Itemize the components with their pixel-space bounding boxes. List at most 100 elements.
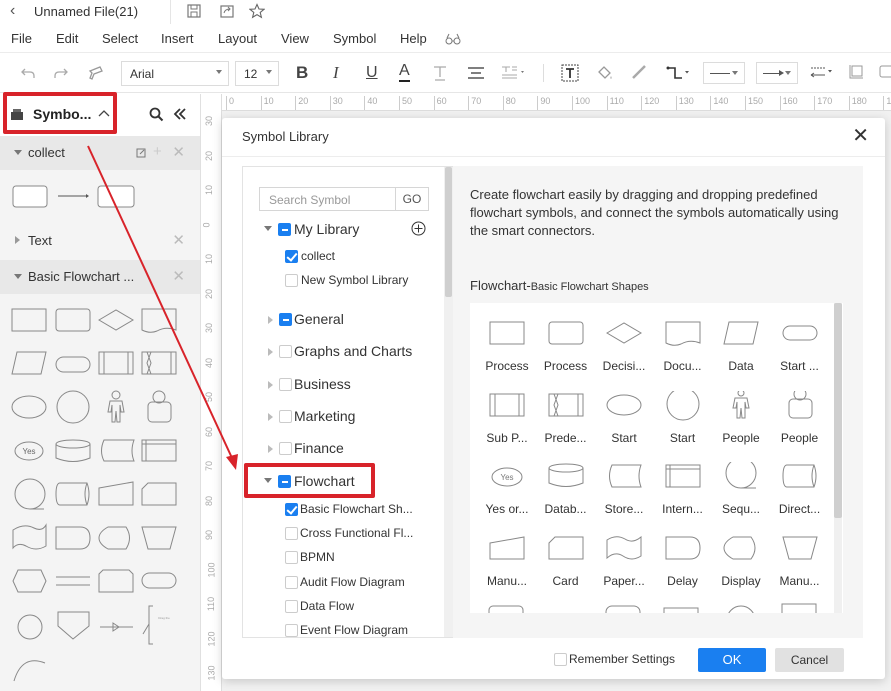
undo-icon[interactable] [20,65,36,81]
tree-new-symbol-library[interactable]: New Symbol Library [301,269,408,291]
my-library-checkbox[interactable] [278,223,291,236]
sidebar-section-collect[interactable]: collect + ✕ [0,136,200,170]
caret-right-icon[interactable] [268,316,273,324]
shape-person[interactable]: People [712,375,770,447]
shape-sequential[interactable] [14,478,46,510]
shape-stored-data[interactable] [101,439,135,462]
shape-annotation[interactable]: Drag the [142,605,170,645]
shape-ellipse[interactable]: Start [595,375,653,447]
tree-finance[interactable]: Finance [294,437,344,459]
collect-checkbox[interactable] [285,250,298,263]
tree-basic-flowchart[interactable]: Basic Flowchart Sh... [300,498,413,520]
position-icon[interactable] [848,64,864,80]
glasses-icon[interactable] [445,32,461,46]
shape-display[interactable] [98,526,130,550]
shape-manual-operation[interactable] [141,526,177,550]
menu-symbol[interactable]: Symbol [333,31,376,46]
shape-connector[interactable] [17,614,43,640]
tree-my-library[interactable]: My Library [294,218,359,240]
shape-subprocess[interactable]: Sub P... [478,375,536,447]
shape-terminator-alt[interactable] [141,572,177,589]
menu-layout[interactable]: Layout [218,31,257,46]
text-box-icon[interactable] [561,64,579,82]
scrollbar-thumb[interactable] [834,303,842,518]
shape-process[interactable] [11,308,47,332]
shape-circle[interactable] [56,390,90,424]
share-icon[interactable] [219,3,235,19]
basic-flowchart-checkbox[interactable] [285,503,298,516]
shape-rounded-rect[interactable] [97,185,135,208]
format-painter-icon[interactable] [88,65,104,81]
close-icon[interactable]: ✕ [172,143,185,161]
sidebar-section-basic-flowchart[interactable]: Basic Flowchart ... ✕ [0,260,200,294]
font-size-select[interactable]: 12 [235,61,279,86]
line-jump-icon[interactable] [809,64,835,80]
tree-graphs-and-charts[interactable]: Graphs and Charts [294,340,412,362]
line-style-select[interactable] [703,62,745,84]
shape-card[interactable] [141,482,177,506]
edit-icon[interactable] [136,148,146,158]
shape-direct-data[interactable] [55,482,90,506]
tree-data-flow[interactable]: Data Flow [300,595,354,617]
tree-scrollbar[interactable] [444,167,453,637]
menu-insert[interactable]: Insert [161,31,194,46]
shape-terminator[interactable] [55,356,91,373]
shape-stored[interactable]: Store... [595,446,653,518]
menu-view[interactable]: View [281,31,309,46]
shape-predefined[interactable]: Prede... [537,375,595,447]
arrow-style-select[interactable] [756,62,798,84]
save-icon[interactable] [186,3,202,19]
font-color-button[interactable]: A [399,62,410,82]
shape-internal[interactable]: Intern... [654,446,712,518]
align-icon[interactable] [467,66,485,80]
tree-collect[interactable]: collect [301,245,335,267]
remember-settings-checkbox[interactable] [554,653,567,666]
shape-card[interactable]: Card [537,518,595,590]
more-icon[interactable] [878,64,891,80]
graphs-charts-checkbox[interactable] [279,345,292,358]
caret-right-icon[interactable] [268,445,273,453]
shape-parallelogram[interactable]: Data [712,303,770,375]
shape-sequential[interactable]: Sequ... [712,446,770,518]
shape-delay[interactable] [55,526,91,550]
menu-help[interactable]: Help [400,31,427,46]
shape-circle[interactable]: Start [654,375,712,447]
caret-right-icon[interactable] [268,348,273,356]
shape-rounded-rect[interactable] [12,185,48,208]
bold-button[interactable]: B [296,62,308,84]
tree-audit-flow[interactable]: Audit Flow Diagram [300,571,405,593]
menu-edit[interactable]: Edit [56,31,78,46]
tree-general[interactable]: General [294,308,344,330]
shape-data[interactable] [11,351,47,375]
remember-settings-label[interactable]: Remember Settings [569,652,675,666]
redo-icon[interactable] [53,65,69,81]
new-symbol-library-checkbox[interactable] [285,274,298,287]
add-icon[interactable]: + [153,143,162,160]
close-icon[interactable]: ✕ [172,231,185,249]
caret-right-icon[interactable] [268,413,273,421]
shape-manualinput[interactable]: Manu... [478,518,536,590]
shape-arc[interactable] [13,660,46,682]
shape-preparation[interactable] [12,569,47,593]
shape-internal-storage[interactable] [141,439,177,462]
shape-user[interactable]: People [771,375,829,447]
shape-rrect[interactable]: Process [537,303,595,375]
search-symbol-input[interactable]: Search Symbol [259,187,395,211]
ok-button[interactable]: OK [698,648,766,672]
text-style-icon[interactable] [432,64,448,82]
italic-button[interactable]: I [333,62,339,84]
close-icon[interactable]: ✕ [852,126,869,146]
scrollbar-thumb[interactable] [445,167,452,297]
add-library-icon[interactable] [411,221,426,236]
caret-down-icon[interactable] [264,226,272,231]
shape-off-page[interactable] [57,611,90,640]
business-checkbox[interactable] [279,378,292,391]
tree-marketing[interactable]: Marketing [294,405,355,427]
star-icon[interactable] [249,3,265,19]
shapes-scrollbar[interactable] [834,303,842,613]
shape-direct[interactable]: Direct... [771,446,829,518]
collapse-icon[interactable] [173,107,187,121]
shape-document[interactable] [141,308,177,333]
shape-document[interactable]: Docu... [654,303,712,375]
audit-flow-checkbox[interactable] [285,576,298,589]
